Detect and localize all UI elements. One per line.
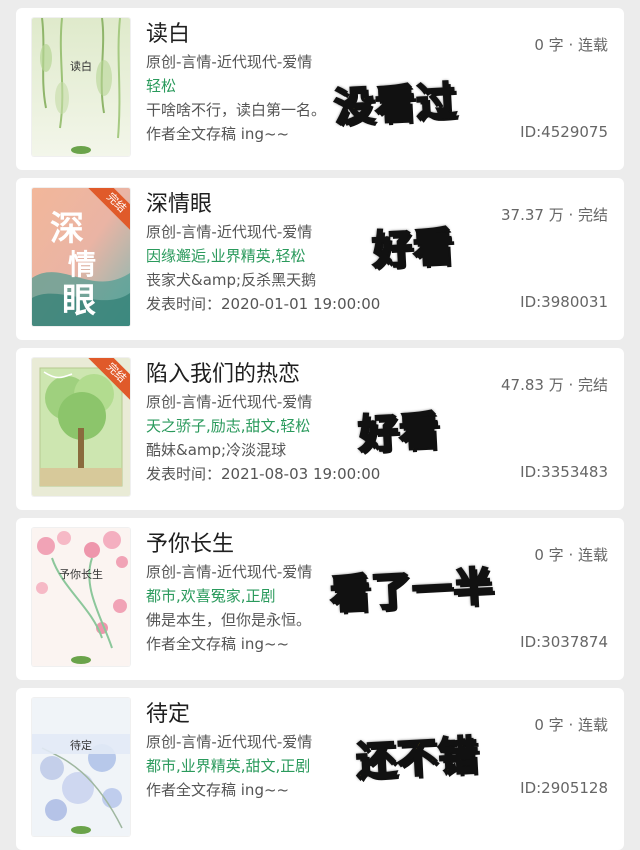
book-card[interactable]: 深 情 眼 完结 深情眼 原创-言情-近代现代-爱情 因缘邂逅,业界精英,轻松 …: [16, 178, 624, 340]
book-tags: 都市,欢喜冤家,正剧: [146, 587, 276, 605]
book-tags: 天之骄子,励志,甜文,轻松: [146, 417, 311, 435]
book-stat: 0 字 · 连载: [534, 546, 608, 564]
svg-text:眼: 眼: [62, 281, 96, 321]
book-id: ID:3353483: [520, 463, 608, 481]
sticker-label: 看了一半: [328, 563, 496, 620]
cover-title: 读白: [70, 60, 92, 73]
book-card[interactable]: 读白 读白 原创-言情-近代现代-爱情 轻松 干啥啥不行，读白第一名。 作者全文…: [16, 8, 624, 170]
book-stat: 47.83 万 · 完结: [500, 376, 608, 394]
book-stat: 0 字 · 连载: [534, 716, 608, 734]
book-cover[interactable]: 深 情 眼 完结: [32, 188, 130, 326]
book-genre: 原创-言情-近代现代-爱情: [146, 53, 313, 71]
book-cover[interactable]: 待定: [32, 698, 130, 836]
book-id: ID:3980031: [520, 293, 608, 311]
book-title[interactable]: 深情眼: [146, 186, 212, 218]
book-id: ID:2905128: [520, 779, 608, 797]
book-title[interactable]: 予你长生: [146, 526, 234, 558]
book-title[interactable]: 陷入我们的热恋: [146, 356, 300, 388]
book-genre: 原创-言情-近代现代-爱情: [146, 393, 313, 411]
cover-art-flowers: [32, 528, 130, 666]
book-title[interactable]: 读白: [146, 16, 190, 48]
sticker-label: 好看: [370, 223, 456, 275]
sticker-label: 好看: [356, 407, 442, 459]
book-genre: 原创-言情-近代现代-爱情: [146, 563, 313, 581]
book-id: ID:4529075: [520, 123, 608, 141]
book-note: 作者全文存稿 ing~~: [146, 125, 290, 143]
book-cover[interactable]: 读白: [32, 18, 130, 156]
book-stat: 37.37 万 · 完结: [500, 206, 608, 224]
book-summary: 佛是本生，但你是永恒。: [146, 611, 312, 629]
book-genre: 原创-言情-近代现代-爱情: [146, 223, 313, 241]
book-card[interactable]: 完结 陷入我们的热恋 原创-言情-近代现代-爱情 天之骄子,励志,甜文,轻松 酷…: [16, 348, 624, 510]
book-tags: 轻松: [146, 77, 177, 95]
book-cover[interactable]: 完结: [32, 358, 130, 496]
book-summary: 酷妹&amp;冷淡混球: [146, 441, 287, 459]
svg-text:情: 情: [68, 248, 96, 281]
sticker-label: 没看过: [332, 78, 459, 132]
book-stat: 0 字 · 连载: [534, 36, 608, 54]
book-tags: 因缘邂逅,业界精英,轻松: [146, 247, 306, 265]
book-genre: 原创-言情-近代现代-爱情: [146, 733, 313, 751]
book-tags: 都市,业界精英,甜文,正剧: [146, 757, 311, 775]
book-note: 作者全文存稿 ing~~: [146, 781, 290, 799]
book-summary: 干啥啥不行，读白第一名。: [146, 101, 327, 119]
cover-title: 予你长生: [59, 568, 103, 581]
svg-text:深: 深: [50, 209, 84, 249]
cover-title: 待定: [70, 739, 92, 752]
book-id: ID:3037874: [520, 633, 608, 651]
book-card[interactable]: 予你长生 予你长生 原创-言情-近代现代-爱情 都市,欢喜冤家,正剧 佛是本生，…: [16, 518, 624, 680]
cover-art-willow: [32, 18, 130, 156]
book-note: 作者全文存稿 ing~~: [146, 635, 290, 653]
sticker-label: 还不错: [354, 732, 481, 786]
cover-art-blue-flowers: [32, 698, 130, 836]
book-cover[interactable]: 予你长生: [32, 528, 130, 666]
book-card[interactable]: 待定 待定 原创-言情-近代现代-爱情 都市,业界精英,甜文,正剧 作者全文存稿…: [16, 688, 624, 850]
book-publish-time: 发表时间：2020-01-01 19:00:00: [146, 295, 381, 313]
book-summary: 丧家犬&amp;反杀黑天鹅: [146, 271, 317, 289]
book-publish-time: 发表时间：2021-08-03 19:00:00: [146, 465, 381, 483]
book-title[interactable]: 待定: [146, 696, 190, 728]
